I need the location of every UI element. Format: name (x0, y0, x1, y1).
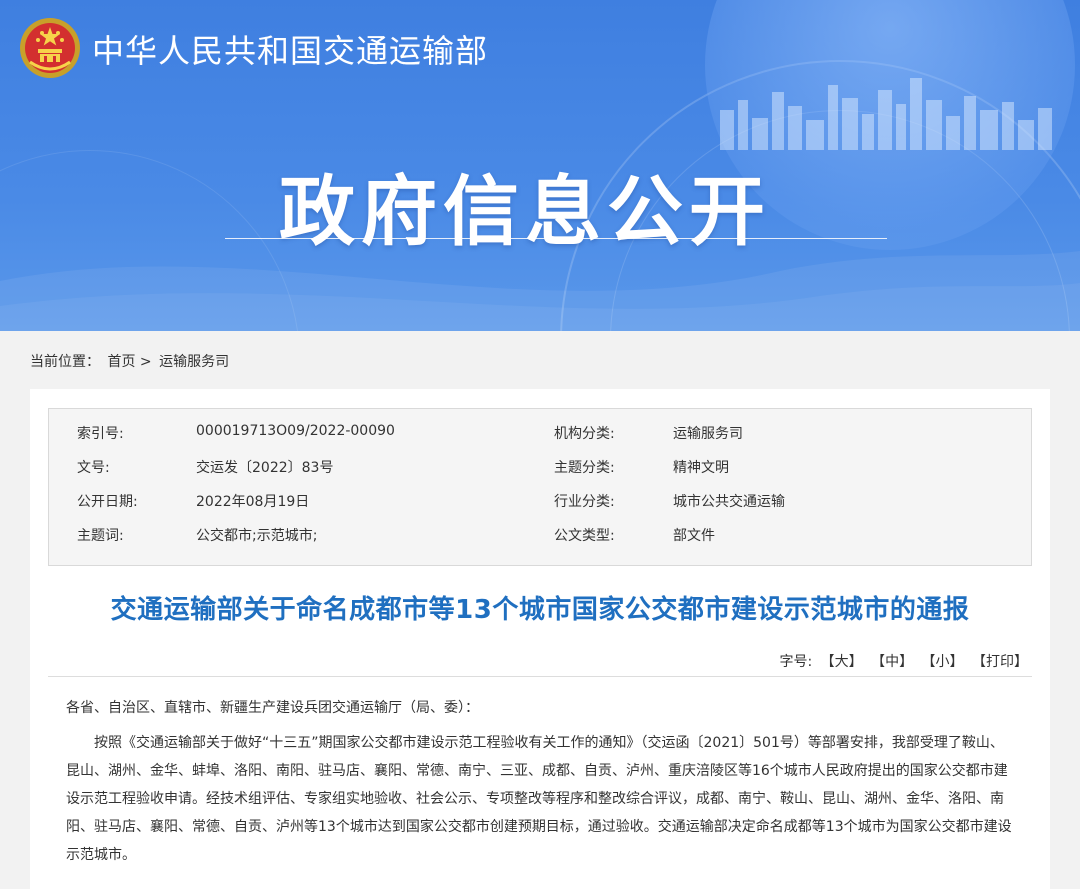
metadata-row: 索引号: 000019713O09/2022-00090 机构分类: 运输服务司 (49, 415, 1031, 449)
metadata-key: 文号: (77, 460, 110, 476)
metadata-value: 精神文明 (673, 460, 729, 476)
article-paragraph: 按照《交通运输部关于做好“十三五”期国家公交都市建设示范工程验收有关工作的通知》… (66, 735, 1012, 863)
breadcrumb-label: 当前位置： (30, 354, 100, 370)
header-banner: 中华人民共和国交通运输部 政府信息公开 (0, 0, 1080, 331)
city-skyline-graphic (720, 78, 1052, 150)
metadata-key: 公开日期: (77, 494, 138, 510)
metadata-row: 主题词: 公交都市;示范城市; 公文类型: 部文件 (49, 517, 1031, 551)
font-small-button[interactable]: 【小】 (922, 654, 964, 670)
font-size-tools: 字号: 【大】 【中】 【小】 【打印】 (779, 651, 1028, 671)
breadcrumb-separator: > (139, 354, 152, 370)
metadata-value: 2022年08月19日 (196, 494, 310, 510)
content-panel: 索引号: 000019713O09/2022-00090 机构分类: 运输服务司… (30, 389, 1050, 889)
metadata-key: 主题词: (77, 528, 124, 544)
metadata-key: 公文类型: (554, 528, 615, 544)
ministry-name: 中华人民共和国交通运输部 (92, 32, 489, 70)
national-emblem-icon (20, 18, 80, 78)
font-large-button[interactable]: 【大】 (821, 654, 863, 670)
font-medium-button[interactable]: 【中】 (871, 654, 913, 670)
breadcrumb: 当前位置： 首页 > 运输服务司 (30, 351, 229, 371)
article-body: 各省、自治区、直辖市、新疆生产建设兵团交通运输厅（局、委）： 按照《交通运输部关… (66, 694, 1016, 869)
font-size-label: 字号: (779, 654, 813, 670)
article-title: 交通运输部关于命名成都市等13个城市国家公交都市建设示范城市的通报 (110, 595, 970, 625)
metadata-value: 城市公共交通运输 (673, 494, 785, 510)
metadata-row: 公开日期: 2022年08月19日 行业分类: 城市公共交通运输 (49, 483, 1031, 517)
banner-title: 政府信息公开 (279, 167, 771, 256)
divider (48, 676, 1032, 677)
metadata-value: 运输服务司 (673, 426, 743, 442)
article-salutation: 各省、自治区、直辖市、新疆生产建设兵团交通运输厅（局、委）： (66, 700, 479, 716)
breadcrumb-current-link[interactable]: 运输服务司 (159, 354, 229, 370)
metadata-key: 索引号: (77, 426, 124, 442)
metadata-value: 部文件 (673, 528, 715, 544)
metadata-key: 主题分类: (554, 460, 615, 476)
metadata-row: 文号: 交运发〔2022〕83号 主题分类: 精神文明 (49, 449, 1031, 483)
document-metadata-table: 索引号: 000019713O09/2022-00090 机构分类: 运输服务司… (48, 408, 1032, 566)
breadcrumb-home-link[interactable]: 首页 (107, 354, 135, 370)
banner-underline (225, 238, 887, 239)
metadata-key: 行业分类: (554, 494, 615, 510)
metadata-value: 公交都市;示范城市; (196, 528, 318, 544)
print-button[interactable]: 【打印】 (972, 654, 1028, 670)
metadata-key: 机构分类: (554, 426, 615, 442)
metadata-value: 000019713O09/2022-00090 (196, 423, 395, 439)
metadata-value: 交运发〔2022〕83号 (196, 460, 334, 476)
